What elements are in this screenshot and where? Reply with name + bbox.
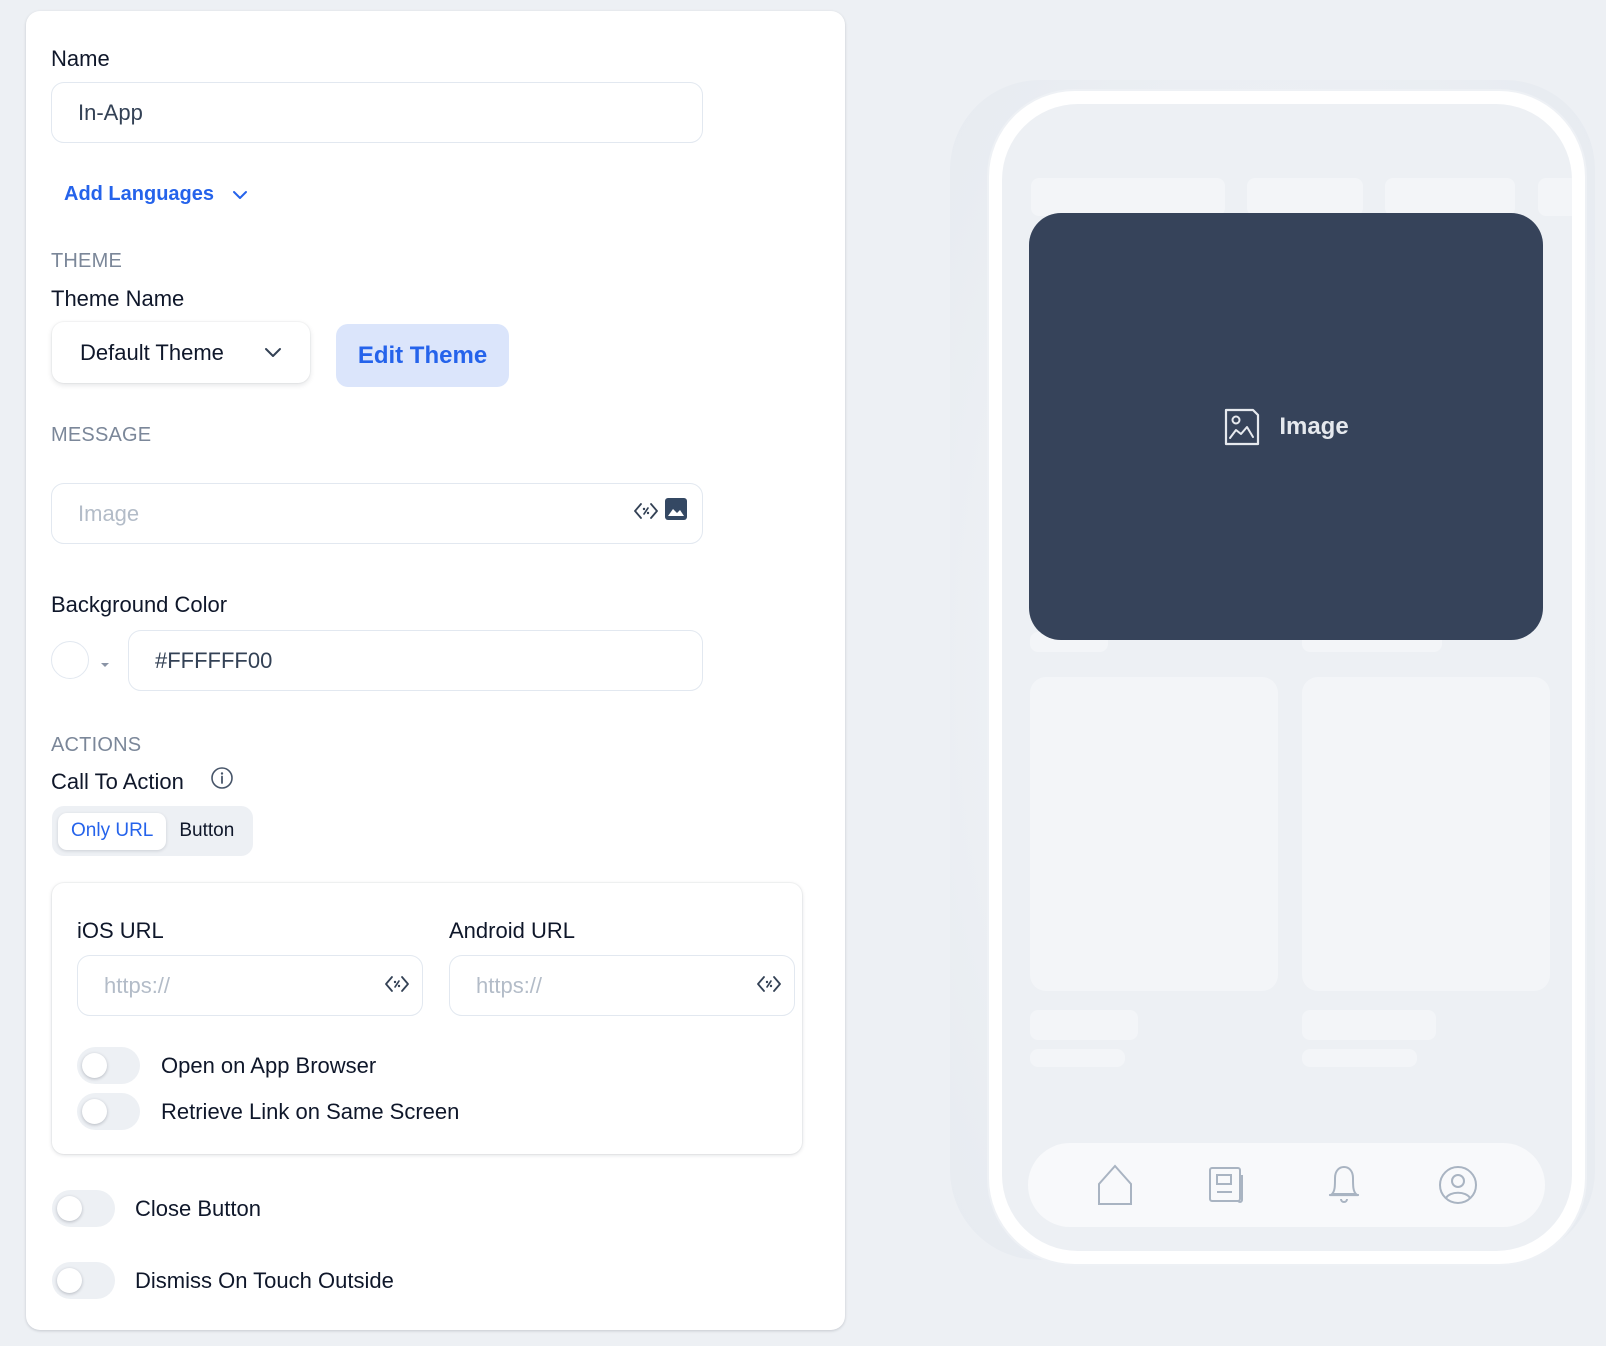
- cta-segmented-control: Only URL Button: [52, 806, 254, 856]
- image-icon[interactable]: [664, 497, 688, 521]
- news-tab[interactable]: [1199, 1155, 1259, 1215]
- call-to-action-label: Call To Action: [51, 769, 184, 794]
- skeleton-block: [1030, 1049, 1125, 1067]
- notifications-tab[interactable]: [1314, 1155, 1374, 1215]
- theme-name-label: Theme Name: [51, 286, 185, 311]
- retrieve-link-label: Retrieve Link on Same Screen: [161, 1099, 460, 1124]
- code-variable-icon[interactable]: [632, 498, 660, 524]
- preview-image-label: Image: [1279, 412, 1349, 440]
- toggle-knob: [57, 1268, 82, 1293]
- chevron-down-icon: [233, 190, 248, 199]
- image-url-input[interactable]: Image: [51, 483, 703, 544]
- home-icon: [1098, 1164, 1133, 1205]
- name-input-value: In-App: [78, 99, 143, 125]
- profile-icon: [1438, 1166, 1477, 1204]
- home-tab[interactable]: [1085, 1155, 1145, 1215]
- name-input[interactable]: In-App: [51, 82, 703, 143]
- skeleton-card: [1030, 677, 1278, 991]
- cta-option-button[interactable]: Button: [166, 813, 247, 850]
- skeleton-block: [1031, 178, 1225, 216]
- add-languages-button[interactable]: Add Languages: [64, 183, 248, 206]
- skeleton-card: [1302, 677, 1550, 991]
- retrieve-link-toggle[interactable]: [77, 1093, 140, 1130]
- preview-image-block: Image: [1029, 213, 1543, 640]
- ios-url-input[interactable]: https://: [77, 955, 423, 1016]
- chevron-down-icon: [265, 348, 281, 357]
- ios-url-placeholder: https://: [104, 972, 171, 998]
- toggle-knob: [57, 1196, 82, 1221]
- background-color-value: #FFFFFF00: [155, 647, 273, 673]
- skeleton-block: [1538, 178, 1572, 216]
- toggle-knob: [82, 1099, 107, 1124]
- color-dropdown-caret-icon[interactable]: [100, 655, 110, 673]
- open-on-app-browser-toggle[interactable]: [77, 1047, 140, 1084]
- bell-icon: [1328, 1166, 1359, 1203]
- dismiss-on-touch-outside-label: Dismiss On Touch Outside: [135, 1268, 394, 1293]
- close-button-toggle[interactable]: [52, 1190, 115, 1227]
- android-code-variable-icon[interactable]: [755, 972, 783, 996]
- cta-option-only-url[interactable]: Only URL: [58, 812, 167, 850]
- skeleton-block: [1030, 1010, 1138, 1040]
- name-label: Name: [51, 46, 110, 71]
- toggle-knob: [82, 1053, 107, 1078]
- open-on-app-browser-label: Open on App Browser: [161, 1053, 377, 1078]
- ios-url-label: iOS URL: [77, 918, 164, 943]
- dismiss-on-touch-outside-toggle[interactable]: [52, 1262, 115, 1299]
- edit-theme-button[interactable]: Edit Theme: [336, 324, 509, 387]
- theme-section-title: THEME: [51, 250, 122, 272]
- background-color-label: Background Color: [51, 592, 228, 617]
- image-url-placeholder: Image: [78, 500, 140, 526]
- close-button-label: Close Button: [135, 1196, 261, 1221]
- skeleton-block: [1385, 178, 1515, 216]
- skeleton-block: [1302, 1010, 1436, 1040]
- info-icon[interactable]: [210, 766, 234, 790]
- background-color-input[interactable]: #FFFFFF00: [128, 630, 703, 691]
- android-url-input[interactable]: https://: [449, 955, 795, 1016]
- android-url-placeholder: https://: [476, 972, 543, 998]
- actions-section-title: ACTIONS: [51, 734, 142, 756]
- android-url-label: Android URL: [449, 918, 575, 943]
- theme-select-value: Default Theme: [80, 339, 224, 365]
- profile-tab[interactable]: [1428, 1155, 1488, 1215]
- message-section-title: MESSAGE: [51, 424, 152, 446]
- ios-code-variable-icon[interactable]: [383, 972, 411, 996]
- news-icon: [1209, 1167, 1244, 1203]
- skeleton-block: [1302, 1049, 1417, 1067]
- image-placeholder-icon: [1225, 408, 1260, 445]
- theme-select[interactable]: Default Theme: [52, 322, 310, 383]
- color-swatch[interactable]: [51, 641, 89, 679]
- add-languages-label: Add Languages: [64, 183, 215, 205]
- preview-tab-bar: [1028, 1143, 1545, 1227]
- skeleton-block: [1247, 178, 1363, 216]
